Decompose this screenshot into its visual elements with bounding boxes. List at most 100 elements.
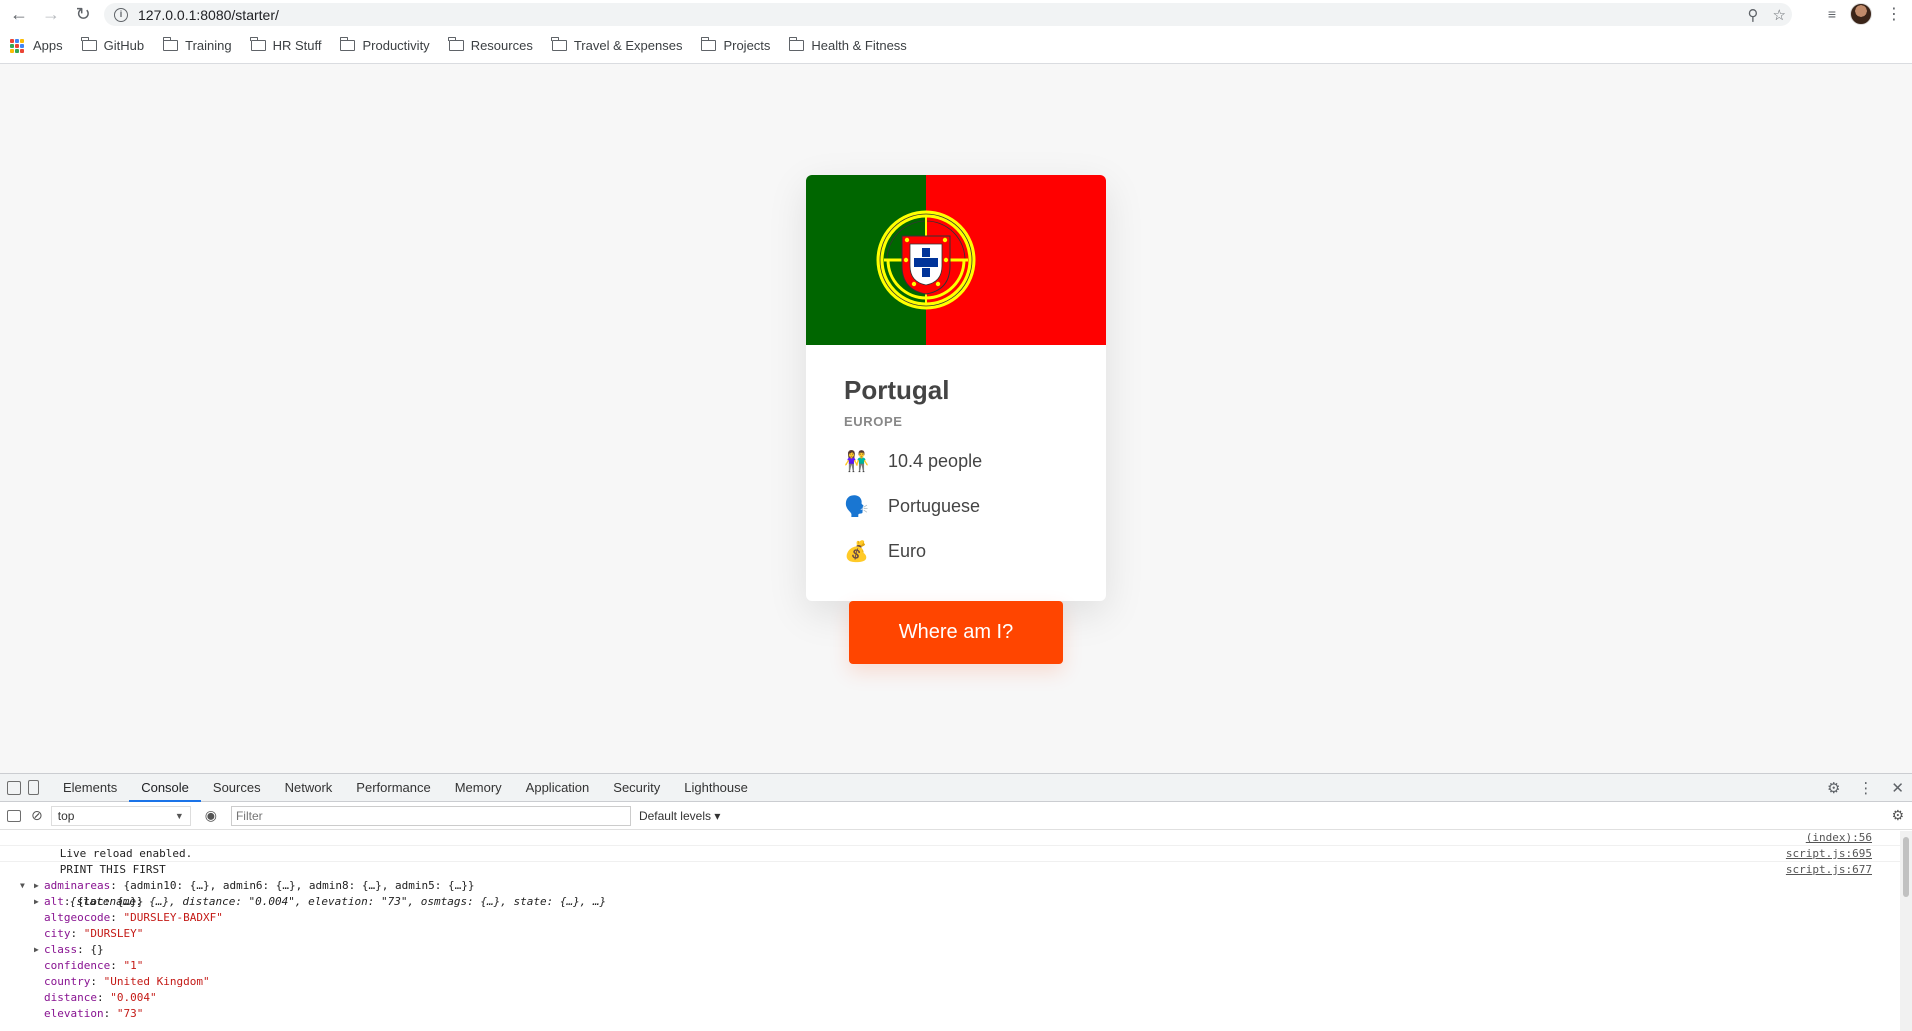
- folder-icon: [788, 37, 805, 51]
- back-icon[interactable]: ←: [6, 1, 32, 27]
- object-properties: ▶ adminareas: {admin10: {…}, admin6: {…},…: [0, 878, 1912, 1022]
- message-source-link[interactable]: (index):56: [1806, 830, 1872, 846]
- expand-triangle-icon[interactable]: ▶: [34, 878, 39, 894]
- console-object-message[interactable]: ▼ {statename: {…}, distance: "0.004", el…: [0, 862, 1912, 908]
- object-property-row[interactable]: ▶ class: {}: [0, 942, 1912, 958]
- clear-console-icon[interactable]: ⊘: [31, 807, 43, 824]
- tab-performance[interactable]: Performance: [344, 774, 442, 802]
- bookmark-hr-stuff[interactable]: HR Stuff: [250, 37, 321, 53]
- object-property-row[interactable]: ▶ alt: {loc: {…}}: [0, 894, 1912, 910]
- country-name: Portugal: [844, 375, 950, 405]
- console-output: Live reload enabled. (index):56 PRINT TH…: [0, 830, 1912, 1022]
- tab-sources[interactable]: Sources: [201, 774, 273, 802]
- property-key: country: [44, 975, 91, 988]
- property-key: elevation: [44, 1007, 104, 1020]
- menu-kebab-icon[interactable]: ⋮: [1886, 4, 1902, 24]
- apps-grid-icon: [10, 38, 24, 53]
- folder-icon: [162, 37, 179, 51]
- bookmarks-bar: Apps GitHub Training HR Stuff Productivi…: [0, 28, 1912, 64]
- property-value: "0.004": [110, 991, 157, 1004]
- bookmark-star-icon[interactable]: ☆: [1773, 6, 1786, 24]
- live-expression-eye-icon[interactable]: ◉: [205, 807, 217, 824]
- property-value: {loc: {…}}: [77, 895, 144, 908]
- tab-application[interactable]: Application: [514, 774, 602, 802]
- property-value: {admin10: {…}, admin6: {…}, admin8: {…},…: [123, 879, 475, 892]
- flag-coat-of-arms-icon: [876, 210, 976, 310]
- reload-icon[interactable]: ↻: [70, 1, 96, 27]
- where-am-i-button[interactable]: Where am I?: [849, 601, 1063, 664]
- currency-value: Euro: [888, 541, 927, 561]
- property-key: alt: [44, 895, 64, 908]
- console-sidebar-icon[interactable]: [7, 809, 21, 822]
- browser-toolbar: ← → ↻ i 127.0.0.1:8080/starter/ ⚲ ☆ ≡ ⋮: [0, 0, 1912, 28]
- bookmark-label: GitHub: [103, 38, 145, 53]
- console-scrollbar[interactable]: [1900, 831, 1912, 1031]
- money-bag-icon: 💰: [844, 541, 869, 563]
- console-message: Live reload enabled. (index):56: [0, 830, 1912, 860]
- object-property-row[interactable]: ▶ adminareas: {admin10: {…}, admin6: {…},…: [0, 878, 1912, 894]
- expand-triangle-icon[interactable]: ▶: [34, 942, 39, 958]
- language-row: 🗣️ Portuguese: [844, 494, 1068, 519]
- url-text[interactable]: 127.0.0.1:8080/starter/: [138, 7, 279, 23]
- console-filter-input[interactable]: [230, 805, 631, 826]
- tab-lighthouse[interactable]: Lighthouse: [672, 774, 760, 802]
- property-value: "DURSLEY": [83, 927, 144, 940]
- site-info-icon[interactable]: i: [114, 7, 128, 22]
- language-value: Portuguese: [888, 496, 981, 516]
- country-card: Portugal EUROPE 👫 10.4 people 🗣️ Portugu…: [806, 175, 1106, 601]
- bookmark-health-fitness[interactable]: Health & Fitness: [788, 37, 907, 53]
- bookmark-github[interactable]: GitHub: [81, 37, 145, 53]
- folder-icon: [551, 37, 567, 51]
- bookmark-label: Resources: [470, 38, 533, 53]
- tab-console[interactable]: Console: [129, 774, 201, 802]
- object-property-row: confidence: "1": [44, 959, 144, 972]
- property-value: {}: [90, 943, 104, 956]
- property-value: "United Kingdom": [103, 975, 210, 988]
- tab-security[interactable]: Security: [601, 774, 672, 802]
- bookmark-apps[interactable]: Apps: [10, 38, 63, 53]
- bookmark-label: Training: [185, 38, 232, 53]
- folder-icon: [81, 37, 97, 51]
- inspect-element-icon[interactable]: [7, 780, 21, 795]
- context-value: top: [57, 808, 75, 823]
- devtools-menu-icon[interactable]: ⋮: [1858, 779, 1873, 797]
- tab-memory[interactable]: Memory: [443, 774, 514, 802]
- property-key: distance: [44, 991, 97, 1004]
- property-key: city: [44, 927, 71, 940]
- devtools-close-icon[interactable]: ✕: [1891, 779, 1904, 797]
- address-bar[interactable]: i 127.0.0.1:8080/starter/ ⚲ ☆: [104, 3, 1792, 26]
- tab-network[interactable]: Network: [273, 774, 345, 802]
- devtools-panel: Elements Console Sources Network Perform…: [0, 773, 1912, 1031]
- console-settings-icon[interactable]: ⚙: [1891, 807, 1904, 824]
- tab-elements[interactable]: Elements: [51, 774, 129, 802]
- folder-icon: [700, 37, 717, 51]
- bookmark-productivity[interactable]: Productivity: [339, 37, 430, 53]
- bookmark-resources[interactable]: Resources: [448, 37, 533, 53]
- device-toolbar-icon[interactable]: [28, 780, 39, 795]
- profile-avatar[interactable]: [1850, 3, 1872, 25]
- bookmark-training[interactable]: Training: [162, 37, 232, 53]
- property-key: adminareas: [44, 879, 111, 892]
- context-select[interactable]: top ▼: [50, 805, 191, 826]
- bookmark-projects[interactable]: Projects: [700, 37, 770, 53]
- expand-triangle-icon[interactable]: ▶: [34, 894, 39, 910]
- devtools-settings-icon[interactable]: ⚙: [1827, 779, 1840, 797]
- url-path: /starter/: [231, 6, 279, 23]
- property-value: "73": [116, 1007, 144, 1020]
- bookmark-travel-expenses[interactable]: Travel & Expenses: [551, 37, 682, 53]
- forward-icon[interactable]: →: [38, 1, 64, 27]
- console-message: PRINT THIS FIRST script.js:695: [0, 846, 1912, 876]
- message-source-link[interactable]: script.js:677: [1786, 862, 1872, 878]
- message-source-link[interactable]: script.js:695: [1786, 846, 1872, 862]
- log-levels-select[interactable]: Default levels ▾: [639, 809, 720, 823]
- location-icon[interactable]: ⚲: [1748, 6, 1759, 24]
- bookmark-label: Health & Fitness: [811, 38, 907, 53]
- population-value: 10.4 people: [888, 451, 983, 471]
- bookmark-label: Productivity: [362, 38, 430, 53]
- dropdown-arrow-icon: ▼: [174, 810, 184, 821]
- media-control-icon[interactable]: ≡: [1828, 6, 1836, 22]
- folder-icon: [250, 37, 266, 51]
- property-value: "1": [123, 959, 144, 972]
- url-host: 127.0.0.1:8080: [138, 6, 232, 23]
- object-property-row: distance: "0.004": [44, 991, 157, 1004]
